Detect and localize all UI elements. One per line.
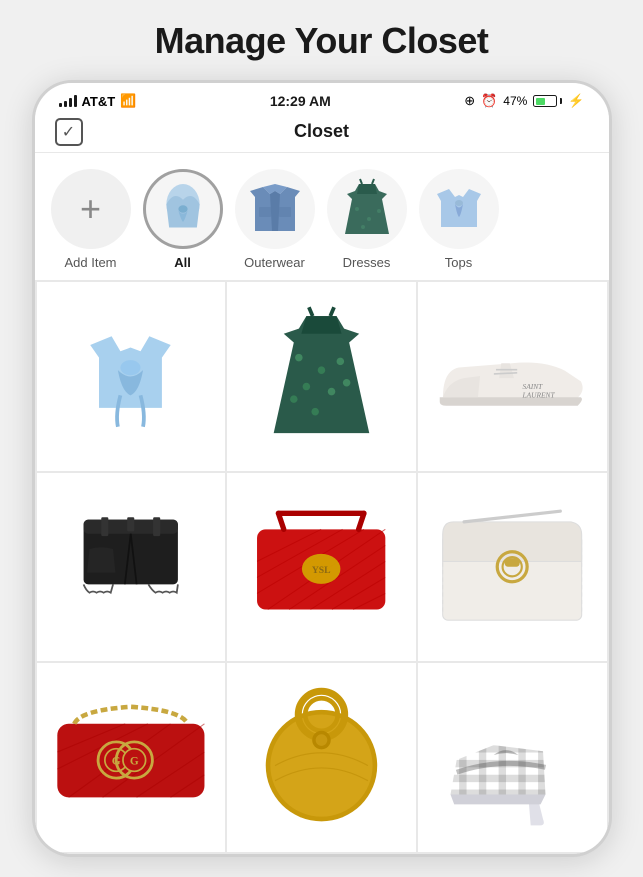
checkbox-button[interactable]: ✓: [55, 118, 83, 146]
battery-tip: [560, 98, 562, 104]
grid-cell-dress[interactable]: [227, 282, 416, 471]
add-item-label: Add Item: [64, 255, 116, 270]
svg-text:YSL: YSL: [312, 565, 331, 576]
outerwear-icon-svg: [235, 169, 315, 249]
shorts-svg: [60, 496, 201, 637]
category-dresses[interactable]: Dresses: [327, 169, 407, 270]
outerwear-circle: [235, 169, 315, 249]
status-time: 12:29 AM: [270, 93, 331, 109]
category-outerwear[interactable]: Outerwear: [235, 169, 315, 270]
all-label: All: [174, 255, 191, 270]
svg-text:LAURENT: LAURENT: [522, 391, 556, 400]
grid-cell-yellow-bag[interactable]: [227, 663, 416, 852]
battery-fill: [536, 98, 545, 105]
outerwear-label: Outerwear: [244, 255, 305, 270]
signal-bar-4: [74, 95, 77, 107]
category-all[interactable]: All: [143, 169, 223, 270]
all-icon-svg: [146, 172, 220, 246]
gucci-bag-svg: G G: [46, 687, 216, 828]
nav-title: Closet: [294, 121, 349, 142]
status-left: AT&T 📶: [59, 93, 137, 109]
tops-circle: [419, 169, 499, 249]
grid-cell-white-bag[interactable]: [418, 473, 607, 662]
crop-top-svg: [55, 301, 206, 452]
wifi-icon: 📶: [120, 93, 136, 109]
grid-cell-gucci-bag[interactable]: G G: [37, 663, 226, 852]
grid-cell-top[interactable]: [37, 282, 226, 471]
svg-text:G: G: [130, 755, 139, 767]
ysl-clutch-svg: YSL: [241, 496, 401, 638]
grid-cell-red-clutch[interactable]: YSL: [227, 473, 416, 662]
dresses-icon-svg: [327, 169, 407, 249]
grid-cell-shorts[interactable]: [37, 473, 226, 662]
location-icon: ⊕: [464, 93, 475, 109]
all-circle: [143, 169, 223, 249]
nav-bar: ✓ Closet: [35, 115, 609, 153]
battery-percent: 47%: [503, 94, 527, 108]
page-wrapper: Manage Your Closet AT&T 📶 12:29 AM ⊕ ⏰ 4…: [0, 0, 643, 877]
battery-icon: [533, 95, 562, 107]
category-add[interactable]: + Add Item: [51, 169, 131, 270]
device-frame: AT&T 📶 12:29 AM ⊕ ⏰ 47% ⚡ ✓ Closet: [32, 80, 612, 857]
category-tops[interactable]: Tops: [419, 169, 499, 270]
tops-label: Tops: [445, 255, 472, 270]
chloe-bag-svg: [432, 496, 592, 638]
plus-icon: +: [80, 191, 101, 227]
status-right: ⊕ ⏰ 47% ⚡: [464, 93, 584, 109]
signal-bar-1: [59, 103, 62, 107]
category-bar: + Add Item All: [35, 153, 609, 280]
signal-bar-3: [69, 98, 72, 107]
closet-grid: SAINT LAURENT: [35, 280, 609, 854]
battery-body: [533, 95, 557, 107]
dresses-circle: [327, 169, 407, 249]
svg-text:G: G: [112, 755, 121, 767]
signal-bars: [59, 95, 77, 107]
signal-bar-2: [64, 101, 67, 107]
carrier-name: AT&T: [82, 94, 116, 109]
floral-dress-svg: [246, 301, 397, 452]
sneakers-svg: SAINT LAURENT: [427, 310, 597, 442]
round-bag-svg: [246, 682, 397, 833]
heels-svg: [432, 682, 592, 833]
grid-cell-sneakers[interactable]: SAINT LAURENT: [418, 282, 607, 471]
charging-icon: ⚡: [568, 93, 584, 109]
add-circle: +: [51, 169, 131, 249]
tops-icon-svg: [419, 169, 499, 249]
alarm-icon: ⏰: [481, 93, 497, 109]
grid-cell-heels[interactable]: [418, 663, 607, 852]
status-bar: AT&T 📶 12:29 AM ⊕ ⏰ 47% ⚡: [35, 83, 609, 115]
page-title: Manage Your Closet: [155, 20, 489, 62]
dresses-label: Dresses: [343, 255, 391, 270]
